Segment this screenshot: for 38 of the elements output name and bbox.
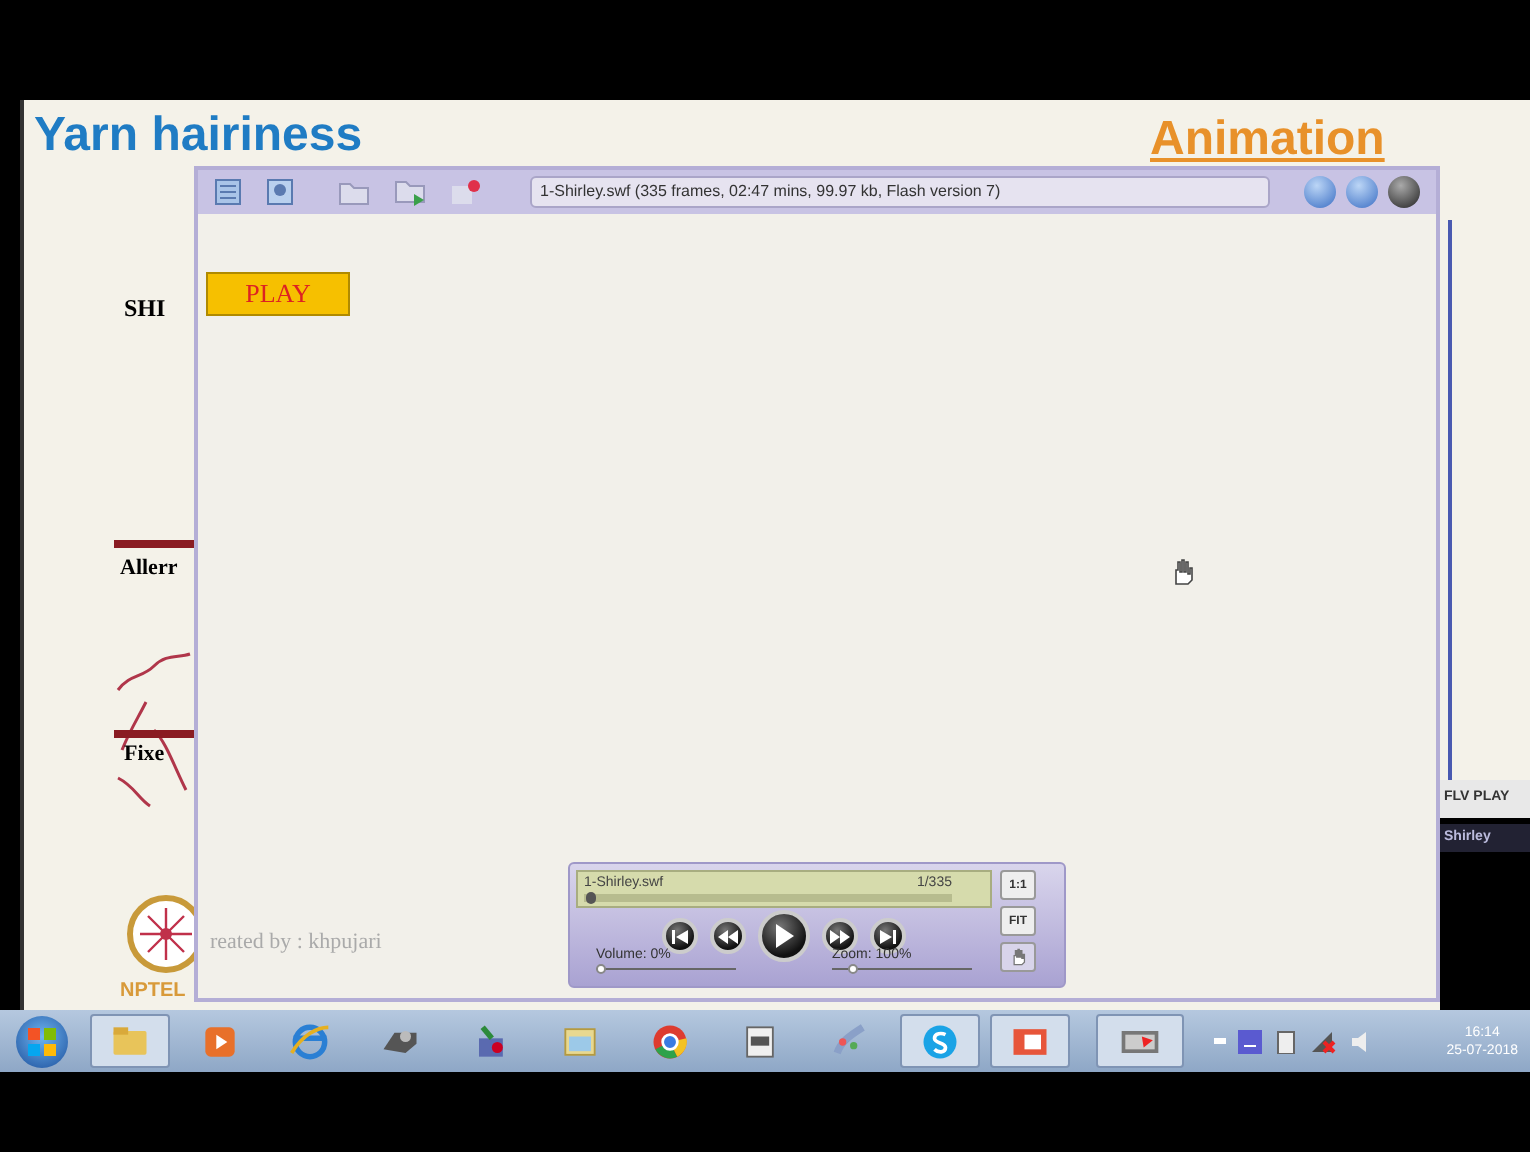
rewind-button[interactable]: [710, 918, 746, 954]
folder-play-icon[interactable]: [394, 176, 426, 208]
taskbar-button[interactable]: [1096, 1014, 1184, 1068]
close-button[interactable]: [1388, 176, 1420, 208]
hand-cursor-icon: [1170, 558, 1194, 586]
rewind-icon: [718, 929, 738, 943]
credit-text: reated by : khpujari: [210, 928, 382, 958]
fast-forward-icon: [830, 929, 850, 943]
slide-label: SHI: [124, 292, 168, 326]
start-button[interactable]: [16, 1015, 68, 1067]
network-error-icon[interactable]: [1310, 1029, 1338, 1053]
play-pause-button[interactable]: [758, 910, 810, 962]
slide-label: Fixe: [124, 740, 167, 770]
progress-thumb[interactable]: [585, 892, 596, 904]
taskbar-button[interactable]: [990, 1014, 1070, 1068]
skip-back-icon: [672, 929, 688, 943]
windows-logo-icon: [28, 1027, 56, 1055]
logo-text: NPTEL: [120, 982, 186, 1002]
volume-slider[interactable]: [596, 964, 736, 974]
tray-app-icon[interactable]: [1238, 1029, 1262, 1053]
clipboard-icon[interactable]: [1274, 1029, 1298, 1053]
hand-icon: [1010, 948, 1026, 966]
document-icon[interactable]: [214, 178, 242, 206]
taskbar-button[interactable]: [900, 1014, 980, 1068]
minimize-button[interactable]: [1304, 176, 1336, 208]
slider-thumb[interactable]: [596, 964, 606, 974]
maximize-button[interactable]: [1346, 176, 1378, 208]
hand-tool-button[interactable]: [1000, 942, 1036, 972]
slide-label: Allerr: [120, 554, 180, 584]
speaker-icon[interactable]: [1350, 1029, 1370, 1053]
folder-icon[interactable]: [338, 178, 370, 206]
slide-heading: Animation: [1150, 116, 1385, 164]
slider-thumb[interactable]: [847, 964, 858, 974]
globe-e-icon: [288, 1019, 332, 1063]
skip-forward-icon: [880, 929, 896, 943]
file-info-field: 1-Shirley.swf (335 frames, 02:47 mins, 99.97 kb, Flash version 7): [530, 176, 1270, 208]
slide-title: Yarn hairiness: [34, 112, 363, 160]
play-icon: [774, 924, 794, 948]
